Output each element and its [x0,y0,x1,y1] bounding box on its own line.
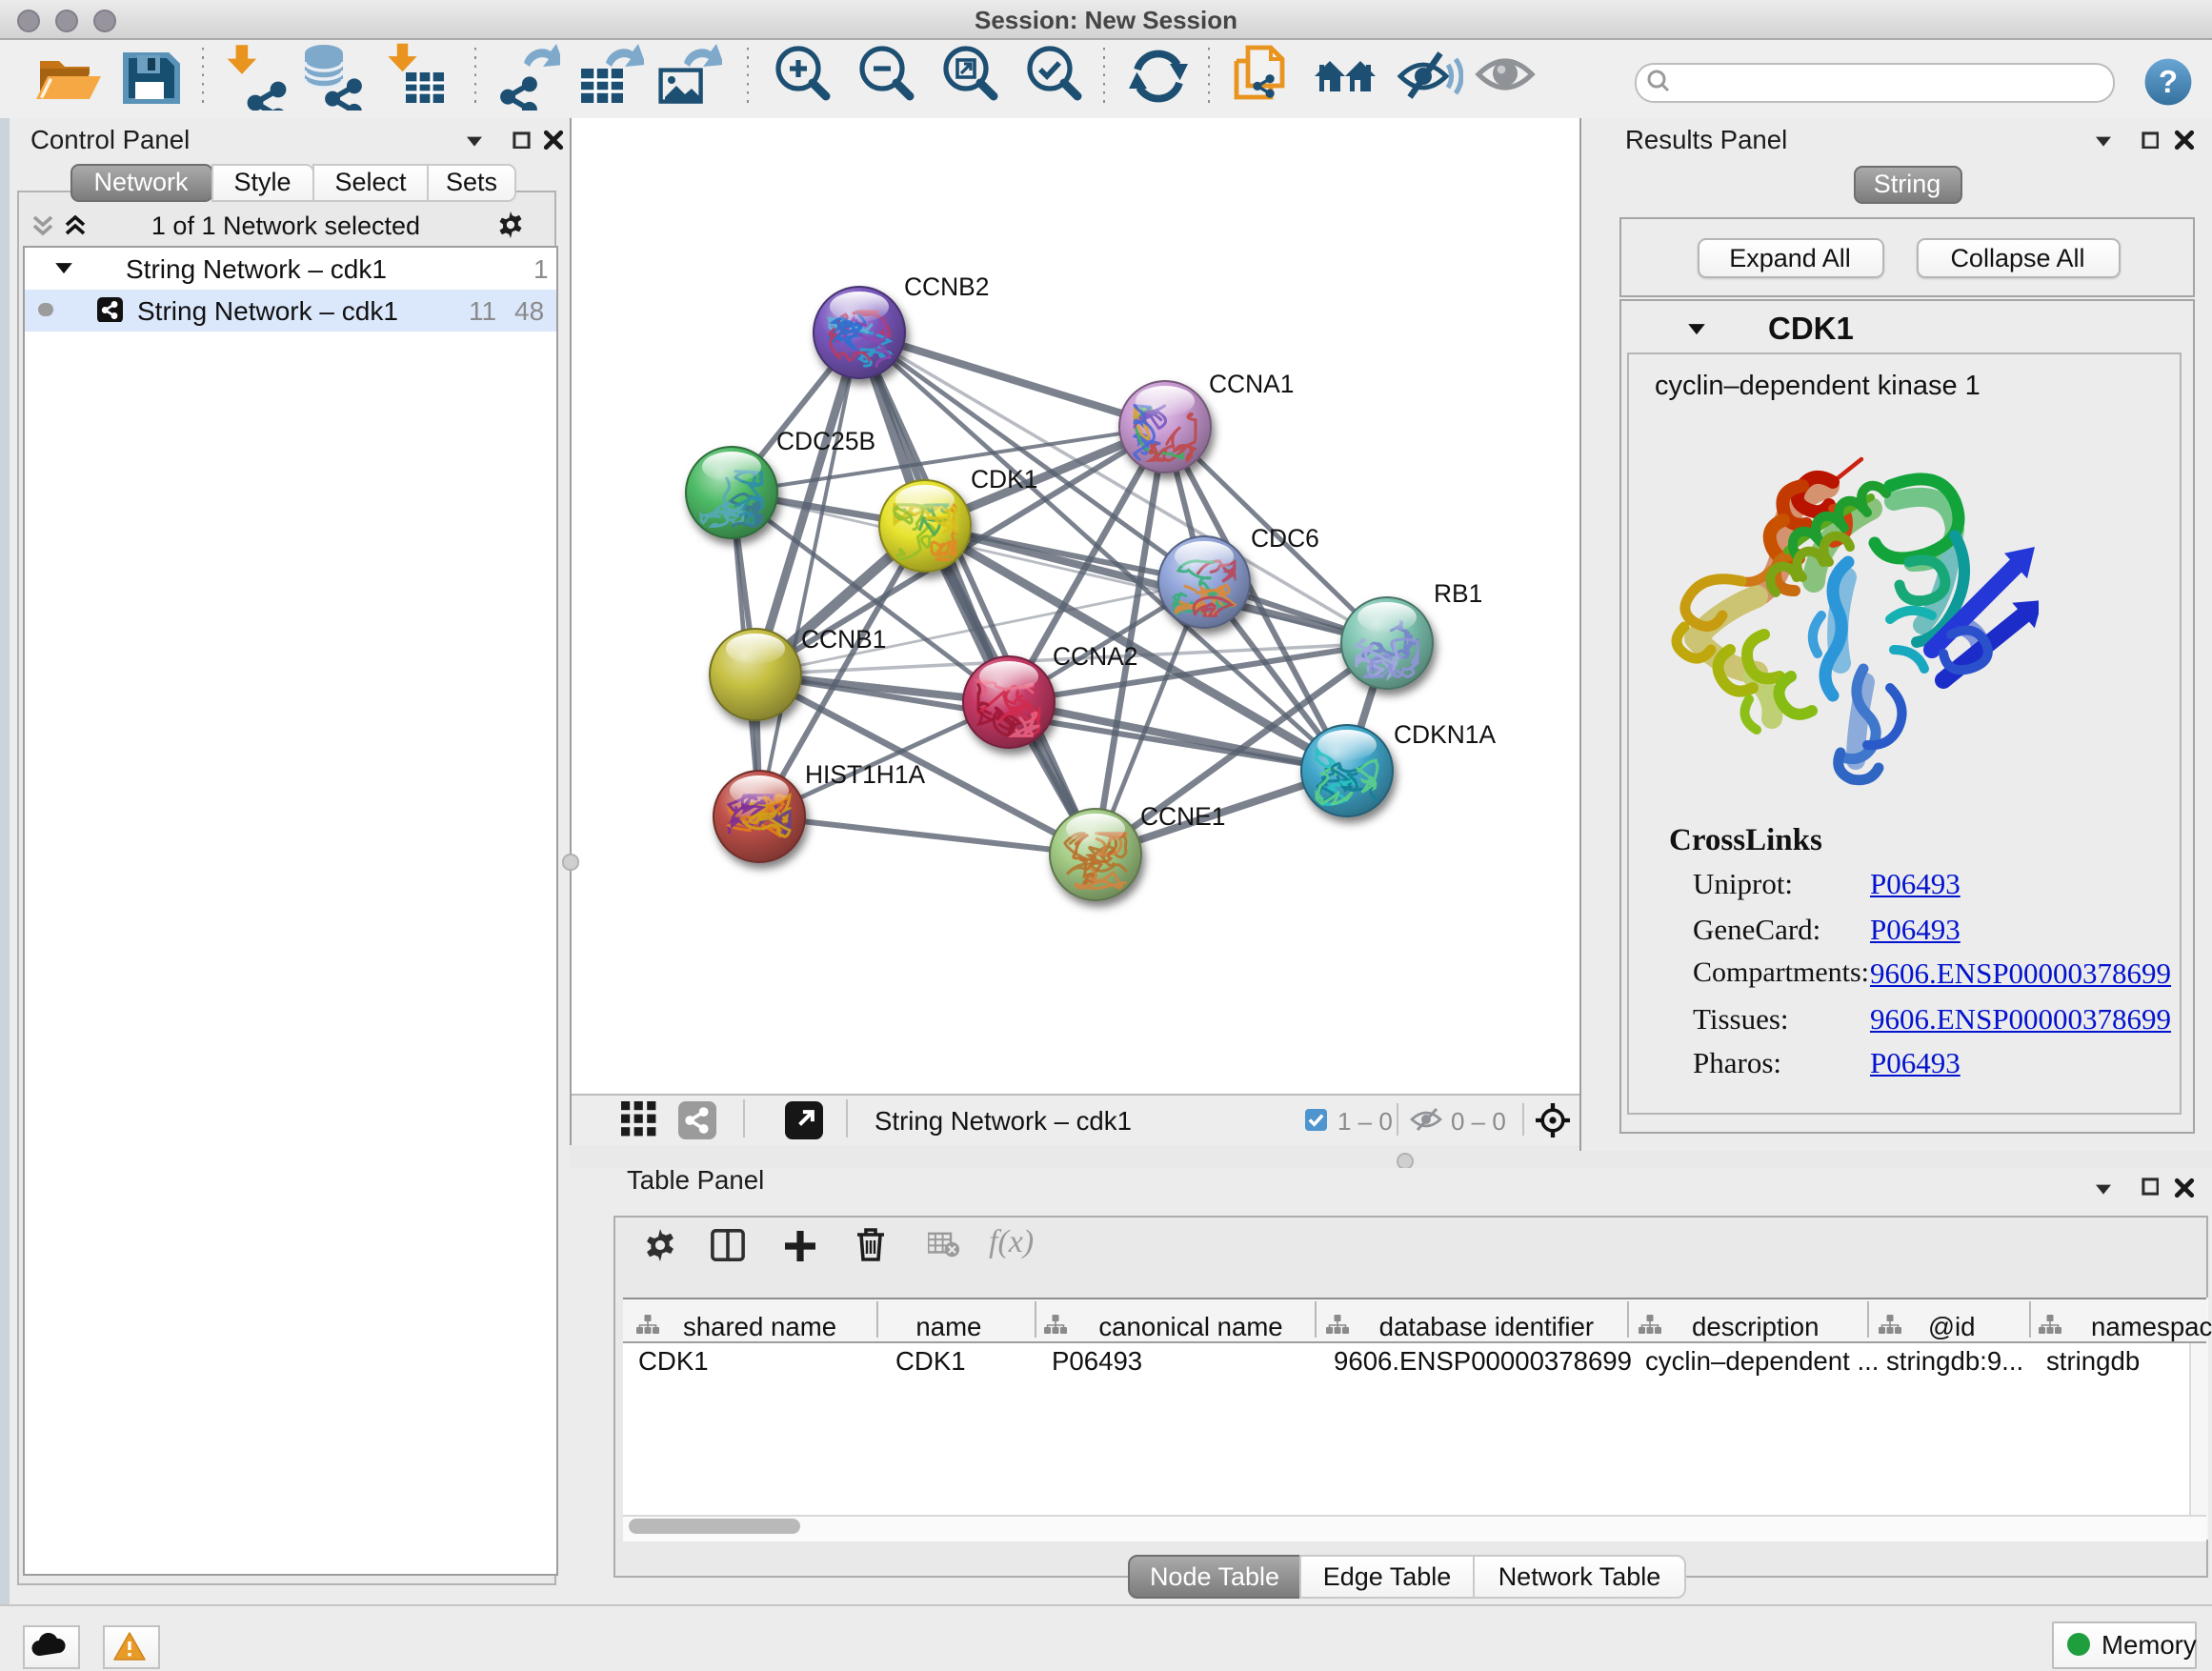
svg-text:?: ? [2159,63,2178,98]
svg-text:CDKN1A: CDKN1A [1394,720,1496,749]
svg-text:HIST1H1A: HIST1H1A [805,760,926,789]
svg-text:RB1: RB1 [1434,579,1482,608]
svg-text:CCNE1: CCNE1 [1140,802,1225,831]
svg-text:CDK1: CDK1 [971,465,1037,493]
svg-text:CCNA1: CCNA1 [1209,370,1294,398]
svg-text:CCNA2: CCNA2 [1053,642,1137,671]
svg-text:CDC6: CDC6 [1251,524,1319,553]
svg-text:CDC25B: CDC25B [776,427,875,455]
svg-text:CCNB2: CCNB2 [904,272,989,301]
svg-text:CCNB1: CCNB1 [801,625,886,654]
